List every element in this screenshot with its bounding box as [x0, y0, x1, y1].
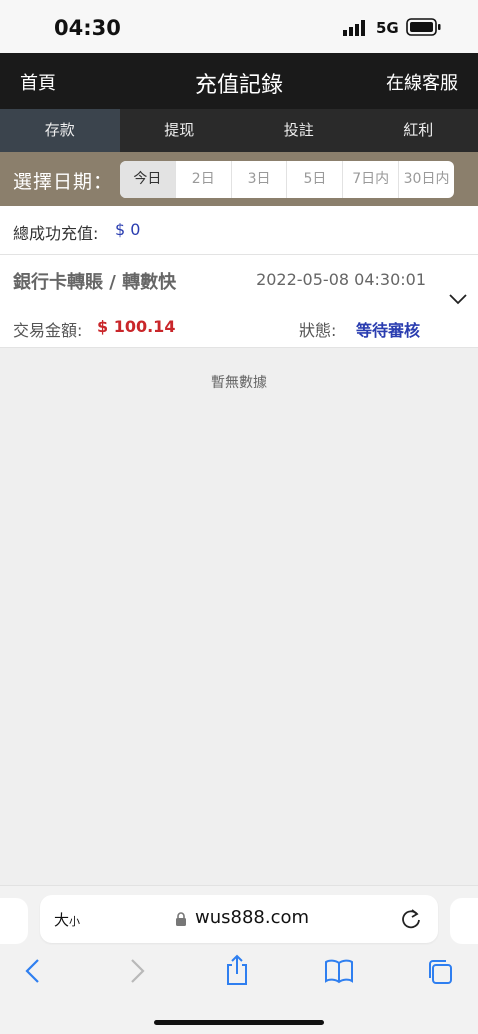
address-bar[interactable]: 大小 wus888.com	[40, 895, 438, 943]
amount-label: 交易金額:	[13, 317, 82, 341]
customer-service-link[interactable]: 在線客服	[386, 69, 458, 95]
share-icon[interactable]	[224, 954, 250, 986]
empty-data-text: 暫無數據	[0, 372, 478, 392]
tab-withdraw[interactable]: 提现	[120, 109, 240, 152]
signal-bars-icon	[343, 20, 369, 36]
url-text[interactable]: wus888.com	[195, 907, 309, 928]
status-value: 等待審核	[356, 317, 420, 341]
date-option-3d[interactable]: 3日	[231, 161, 287, 198]
nav-bar: 首頁 充值記錄 在線客服	[0, 53, 478, 109]
network-type: 5G	[376, 19, 399, 37]
total-deposit-label: 總成功充值:	[13, 220, 98, 244]
home-indicator	[154, 1020, 324, 1025]
total-deposit-value: $ 0	[115, 220, 140, 239]
status-bar: 04:30 5G	[0, 0, 478, 53]
record-tabs: 存款 提现 投註 紅利	[0, 109, 478, 152]
prev-tab-preview[interactable]	[0, 898, 28, 944]
date-option-30d[interactable]: 30日内	[398, 161, 454, 198]
battery-icon	[406, 18, 442, 36]
date-option-2d[interactable]: 2日	[175, 161, 231, 198]
date-range-selector: 今日 2日 3日 5日 7日内 30日内	[120, 161, 454, 198]
date-filter-label: 選擇日期：	[13, 167, 113, 194]
lock-icon	[175, 911, 187, 927]
tabs-icon[interactable]	[426, 958, 454, 986]
date-option-7d[interactable]: 7日内	[342, 161, 398, 198]
forward-arrow-icon[interactable]	[128, 958, 146, 984]
amount-value: $ 100.14	[97, 317, 175, 336]
browser-chrome: 大小 wus888.com	[0, 885, 478, 1034]
tab-bonus[interactable]: 紅利	[359, 109, 478, 152]
home-link[interactable]: 首頁	[20, 69, 56, 95]
total-deposit-summary: 總成功充值: $ 0	[0, 206, 478, 255]
status-time: 04:30	[54, 16, 121, 40]
next-tab-preview[interactable]	[450, 898, 478, 944]
text-size-button[interactable]: 大小	[54, 909, 80, 930]
chevron-down-icon[interactable]	[448, 293, 468, 305]
deposit-record-row[interactable]: 銀行卡轉賬 / 轉數快 2022-05-08 04:30:01 交易金額: $ …	[0, 255, 478, 348]
tab-deposit[interactable]: 存款	[0, 109, 120, 152]
browser-toolbar	[0, 956, 478, 996]
date-option-today[interactable]: 今日	[120, 161, 175, 198]
date-filter-bar: 選擇日期： 今日 2日 3日 5日 7日内 30日内	[0, 152, 478, 206]
back-arrow-icon[interactable]	[24, 958, 42, 984]
tab-bets[interactable]: 投註	[239, 109, 359, 152]
status-label: 狀態:	[299, 317, 336, 341]
reload-icon[interactable]	[400, 908, 422, 930]
payment-method: 銀行卡轉賬 / 轉數快	[13, 268, 176, 294]
record-time: 2022-05-08 04:30:01	[256, 270, 426, 289]
bookmarks-icon[interactable]	[324, 958, 354, 984]
date-option-5d[interactable]: 5日	[286, 161, 342, 198]
